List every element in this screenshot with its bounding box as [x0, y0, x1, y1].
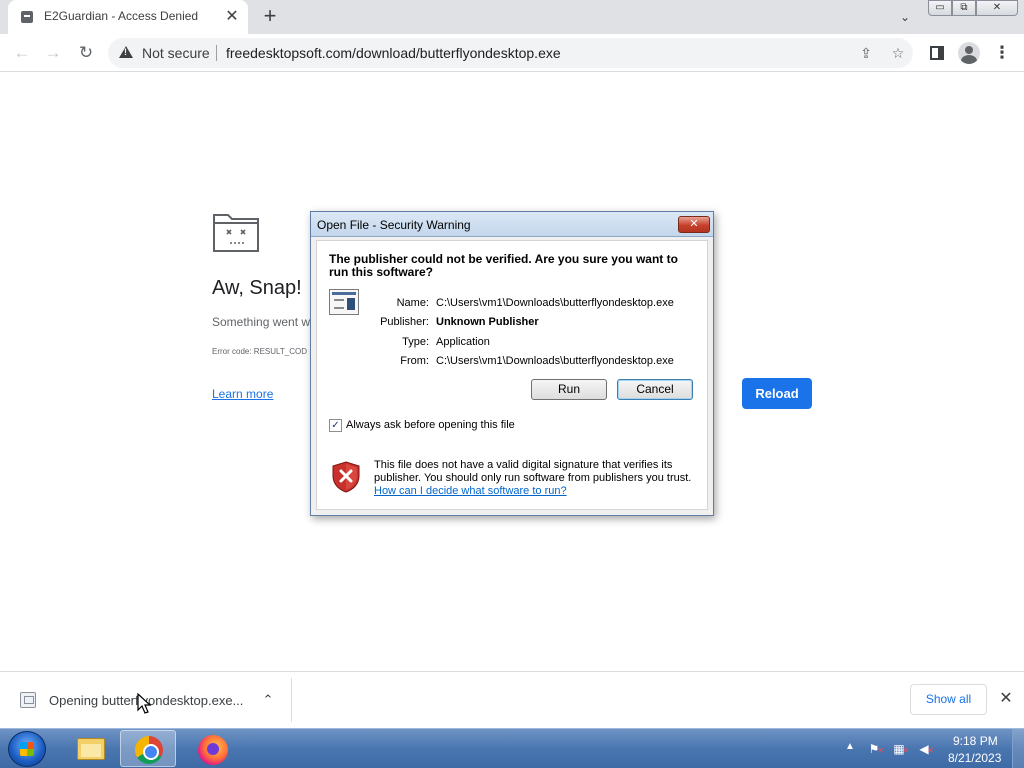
url-text[interactable]: freedesktopsoft.com/download/butterflyon… — [226, 45, 561, 61]
publisher-value: Unknown Publisher — [436, 316, 539, 328]
taskbar-explorer[interactable] — [62, 730, 118, 767]
folder-icon — [77, 738, 105, 760]
dialog-titlebar[interactable]: Open File - Security Warning ✕ — [311, 212, 713, 237]
mouse-cursor-icon — [137, 693, 152, 714]
taskbar-chrome[interactable] — [120, 730, 176, 767]
new-tab-button[interactable]: + — [258, 5, 282, 29]
from-label: From: — [400, 355, 429, 367]
omnibox-divider — [216, 45, 217, 61]
run-button[interactable]: Run — [531, 379, 607, 400]
dialog-title: Open File - Security Warning — [317, 218, 471, 232]
show-all-button[interactable]: Show all — [910, 684, 987, 715]
action-center-icon[interactable]: ⚑ ✕ — [866, 741, 884, 757]
always-ask-label[interactable]: Always ask before opening this file — [346, 419, 515, 431]
error-description: Something went w — [212, 315, 311, 329]
firefox-icon — [198, 735, 228, 765]
chrome-icon — [135, 736, 163, 764]
page-favicon-icon — [21, 11, 33, 23]
name-value: C:\Users\vm1\Downloads\butterflyondeskto… — [436, 297, 674, 309]
security-warning-dialog: Open File - Security Warning ✕ The publi… — [310, 211, 714, 516]
network-icon[interactable]: ▦ ✕ — [891, 741, 909, 757]
tab-title: E2Guardian - Access Denied — [44, 9, 199, 23]
name-label: Name: — [396, 297, 429, 309]
reload-page-button[interactable]: Reload — [742, 378, 812, 409]
profile-avatar-icon[interactable] — [958, 42, 980, 64]
tray-expand-icon[interactable]: ▲ — [845, 741, 855, 752]
executable-file-icon — [329, 289, 359, 315]
side-panel-icon[interactable] — [930, 46, 944, 60]
type-label: Type: — [402, 336, 429, 348]
publisher-label: Publisher: — [380, 316, 429, 328]
browser-toolbar: ← → ↻ Not secure freedesktopsoft.com/dow… — [0, 34, 1024, 72]
tab-close-icon[interactable]: ✕ — [222, 7, 242, 27]
type-value: Application — [436, 336, 490, 348]
security-status[interactable]: Not secure — [142, 45, 210, 61]
sad-folder-icon — [213, 214, 259, 252]
error-title: Aw, Snap! — [212, 277, 302, 299]
from-value: C:\Users\vm1\Downloads\butterflyondeskto… — [436, 355, 674, 367]
dialog-body: The publisher could not be verified. Are… — [316, 240, 708, 510]
clock-time[interactable]: 9:18 PM — [953, 734, 998, 748]
clock-date[interactable]: 8/21/2023 — [948, 751, 1001, 765]
show-desktop-button[interactable] — [1012, 729, 1024, 768]
signature-warning-text: This file does not have a valid digital … — [374, 459, 692, 484]
cancel-button[interactable]: Cancel — [617, 379, 693, 400]
share-icon[interactable]: ⇪ — [857, 44, 875, 62]
dialog-heading: The publisher could not be verified. Are… — [329, 252, 678, 279]
window-close-button[interactable]: ✕ — [976, 0, 1018, 16]
warning-triangle-icon[interactable] — [119, 46, 133, 58]
download-file-icon — [20, 692, 36, 708]
address-bar[interactable]: Not secure freedesktopsoft.com/download/… — [108, 38, 913, 68]
browser-tab[interactable]: E2Guardian - Access Denied ✕ — [8, 0, 248, 34]
back-button[interactable]: ← — [10, 41, 34, 65]
volume-icon[interactable]: ◀ ✕ — [916, 741, 934, 757]
taskbar-firefox[interactable] — [186, 730, 242, 767]
error-code: Error code: RESULT_COD — [212, 347, 307, 356]
windows-taskbar: ▲ ⚑ ✕ ▦ ✕ ◀ ✕ 9:18 PM 8/21/2023 — [0, 728, 1024, 768]
shield-error-icon — [332, 461, 360, 493]
download-options-chevron-icon[interactable]: ⌃ — [258, 690, 278, 710]
always-ask-checkbox[interactable]: ✓ — [329, 419, 342, 432]
window-restore-button[interactable]: ⧉ — [952, 0, 976, 16]
forward-button[interactable]: → — [41, 41, 65, 65]
tab-strip: E2Guardian - Access Denied ✕ + ⌄ ▭ ⧉ ✕ — [0, 0, 1024, 34]
close-shelf-icon[interactable]: ✕ — [996, 688, 1016, 710]
download-shelf: Opening butterflyondesktop.exe... ⌃ Show… — [0, 671, 1024, 728]
tab-search-icon[interactable]: ⌄ — [895, 8, 915, 26]
reload-button[interactable]: ↻ — [74, 41, 98, 65]
start-button[interactable] — [8, 731, 46, 767]
bookmark-star-icon[interactable]: ☆ — [889, 44, 907, 62]
learn-more-link[interactable]: Learn more — [212, 387, 273, 401]
how-to-decide-link[interactable]: How can I decide what software to run? — [374, 485, 567, 497]
dialog-close-button[interactable]: ✕ — [678, 216, 710, 233]
dialog-divider — [323, 442, 703, 443]
browser-menu-icon[interactable]: ⋮ — [992, 42, 1012, 64]
shelf-divider — [291, 678, 292, 722]
window-minimize-button[interactable]: ▭ — [928, 0, 952, 16]
